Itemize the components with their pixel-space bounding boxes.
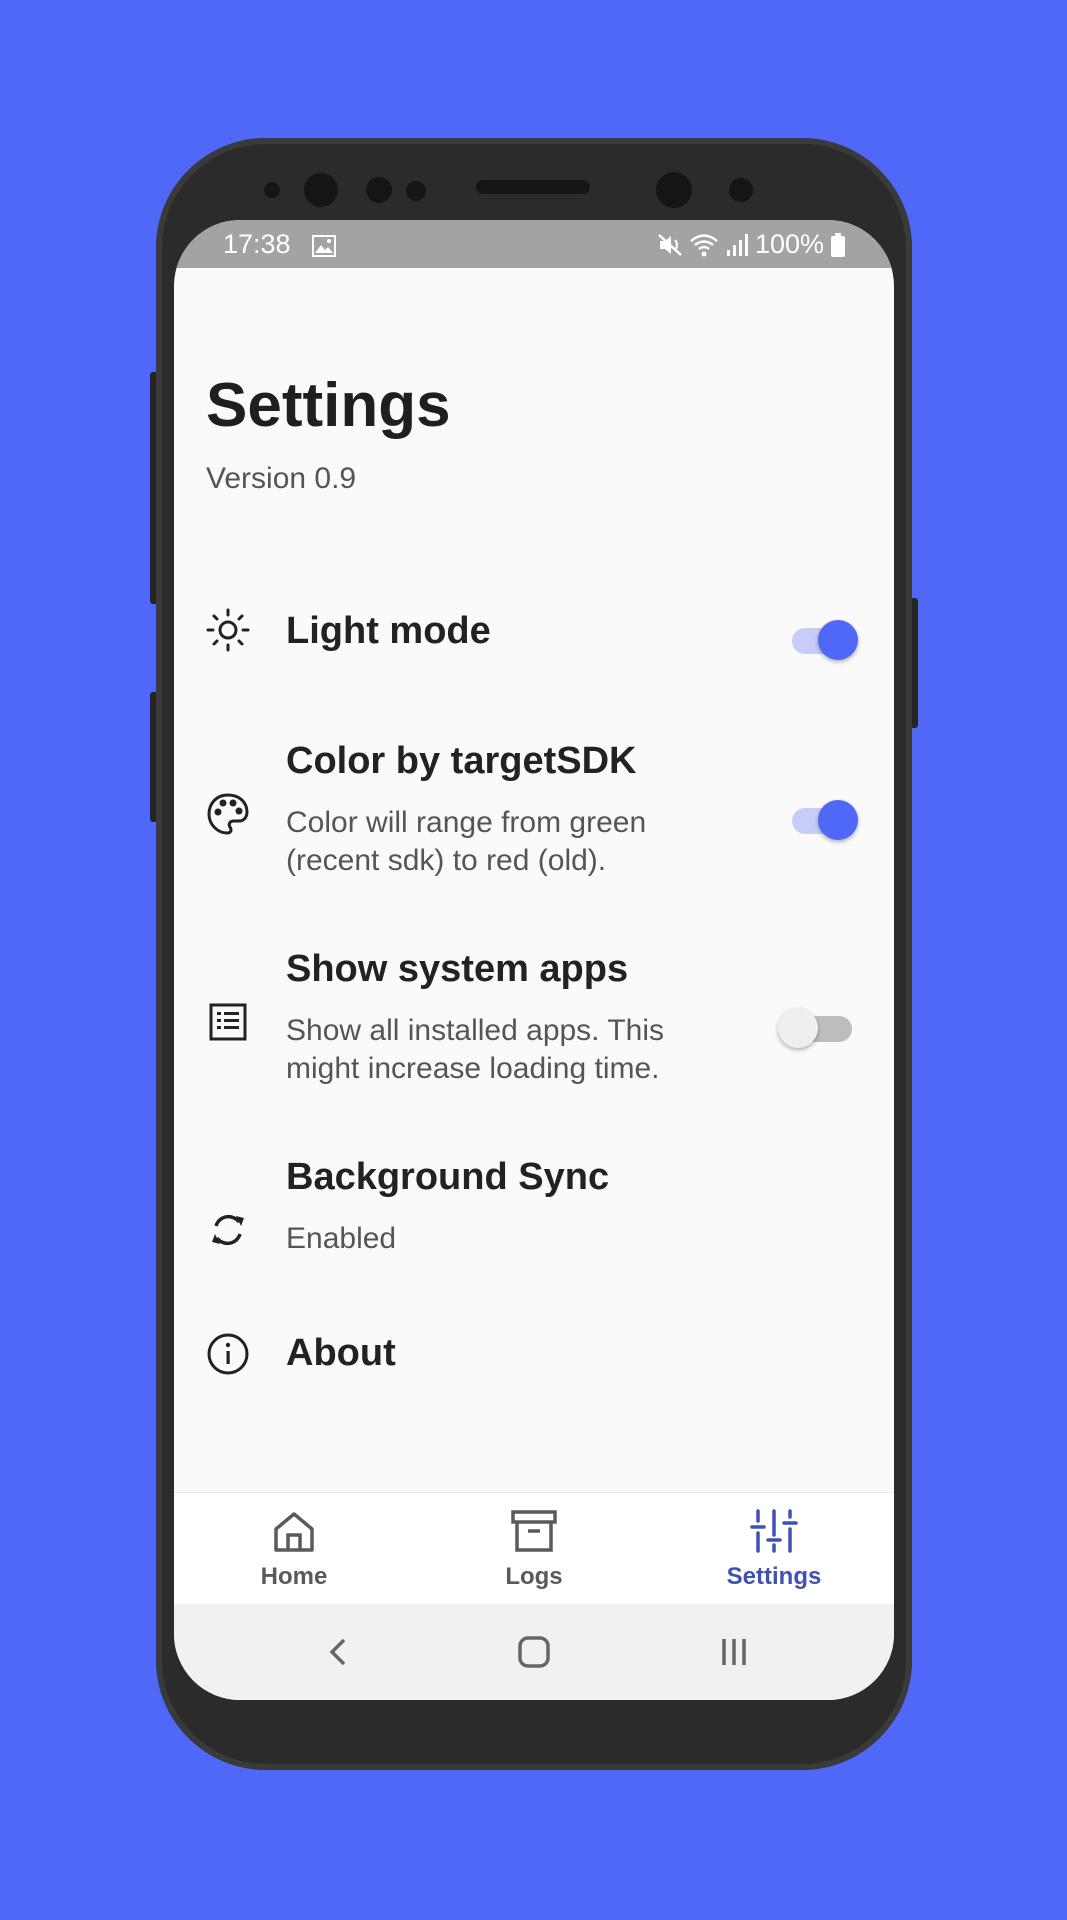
nav-home[interactable]: Home bbox=[174, 1493, 414, 1605]
mute-icon bbox=[658, 233, 682, 256]
status-time: 17:38 bbox=[223, 229, 291, 259]
toggle-knob bbox=[778, 1008, 818, 1048]
sync-icon bbox=[206, 1208, 250, 1252]
nav-label: Home bbox=[260, 1563, 328, 1590]
home-button-icon[interactable] bbox=[516, 1634, 552, 1670]
toggle-knob bbox=[818, 620, 858, 660]
status-icons: 100% bbox=[657, 229, 846, 260]
app-screen: 17:38 100% Settings Version 0.9 Light mo… bbox=[174, 220, 894, 1700]
sun-icon bbox=[206, 608, 250, 652]
home-icon bbox=[274, 1512, 314, 1552]
show-system-apps-toggle[interactable] bbox=[778, 1008, 852, 1048]
back-icon[interactable] bbox=[322, 1634, 358, 1670]
setting-title: About bbox=[286, 1332, 396, 1374]
palette-icon bbox=[206, 792, 250, 836]
setting-title: Light mode bbox=[286, 610, 491, 652]
front-sensor bbox=[264, 182, 280, 198]
list-icon bbox=[206, 1000, 250, 1044]
system-navigation-bar bbox=[174, 1604, 894, 1700]
recent-apps-icon[interactable] bbox=[716, 1634, 752, 1670]
front-sensor bbox=[729, 178, 753, 202]
nav-label: Logs bbox=[505, 1563, 563, 1590]
status-bar: 17:38 100% bbox=[174, 220, 894, 268]
setting-background-sync[interactable]: Background Sync Enabled bbox=[174, 1156, 894, 1276]
wifi-icon bbox=[690, 233, 718, 256]
toggle-knob bbox=[818, 800, 858, 840]
setting-light-mode[interactable]: Light mode bbox=[174, 590, 894, 690]
battery-icon bbox=[831, 232, 845, 257]
setting-title: Show system apps bbox=[286, 948, 629, 990]
setting-about[interactable]: About bbox=[174, 1320, 894, 1410]
sliders-icon bbox=[750, 1509, 798, 1553]
bottom-navigation: Home Logs Settings bbox=[174, 1492, 894, 1605]
setting-show-system-apps[interactable]: Show system apps Show all installed apps… bbox=[174, 948, 894, 1108]
page-title: Settings bbox=[206, 371, 451, 440]
color-by-sdk-toggle[interactable] bbox=[792, 800, 858, 840]
earpiece-speaker bbox=[476, 180, 590, 194]
setting-description: Show all installed apps. This might incr… bbox=[286, 1014, 664, 1085]
image-notification-icon bbox=[312, 233, 336, 264]
front-sensor bbox=[304, 173, 338, 207]
nav-logs[interactable]: Logs bbox=[414, 1493, 654, 1605]
setting-description: Color will range from green (recent sdk)… bbox=[286, 806, 647, 877]
light-mode-toggle[interactable] bbox=[792, 620, 858, 660]
nav-settings[interactable]: Settings bbox=[654, 1493, 894, 1605]
battery-percent: 100% bbox=[754, 229, 824, 259]
setting-title: Background Sync bbox=[286, 1156, 610, 1198]
setting-color-by-target-sdk[interactable]: Color by targetSDK Color will range from… bbox=[174, 740, 894, 900]
front-sensor bbox=[406, 181, 426, 201]
info-icon bbox=[206, 1332, 250, 1376]
setting-status: Enabled bbox=[286, 1222, 397, 1255]
signal-icon bbox=[726, 233, 748, 256]
setting-title: Color by targetSDK bbox=[286, 740, 637, 782]
front-sensor bbox=[366, 177, 392, 203]
nav-label: Settings bbox=[726, 1563, 822, 1590]
archive-icon bbox=[511, 1510, 557, 1552]
version-label: Version 0.9 bbox=[206, 462, 357, 495]
front-camera bbox=[656, 172, 692, 208]
